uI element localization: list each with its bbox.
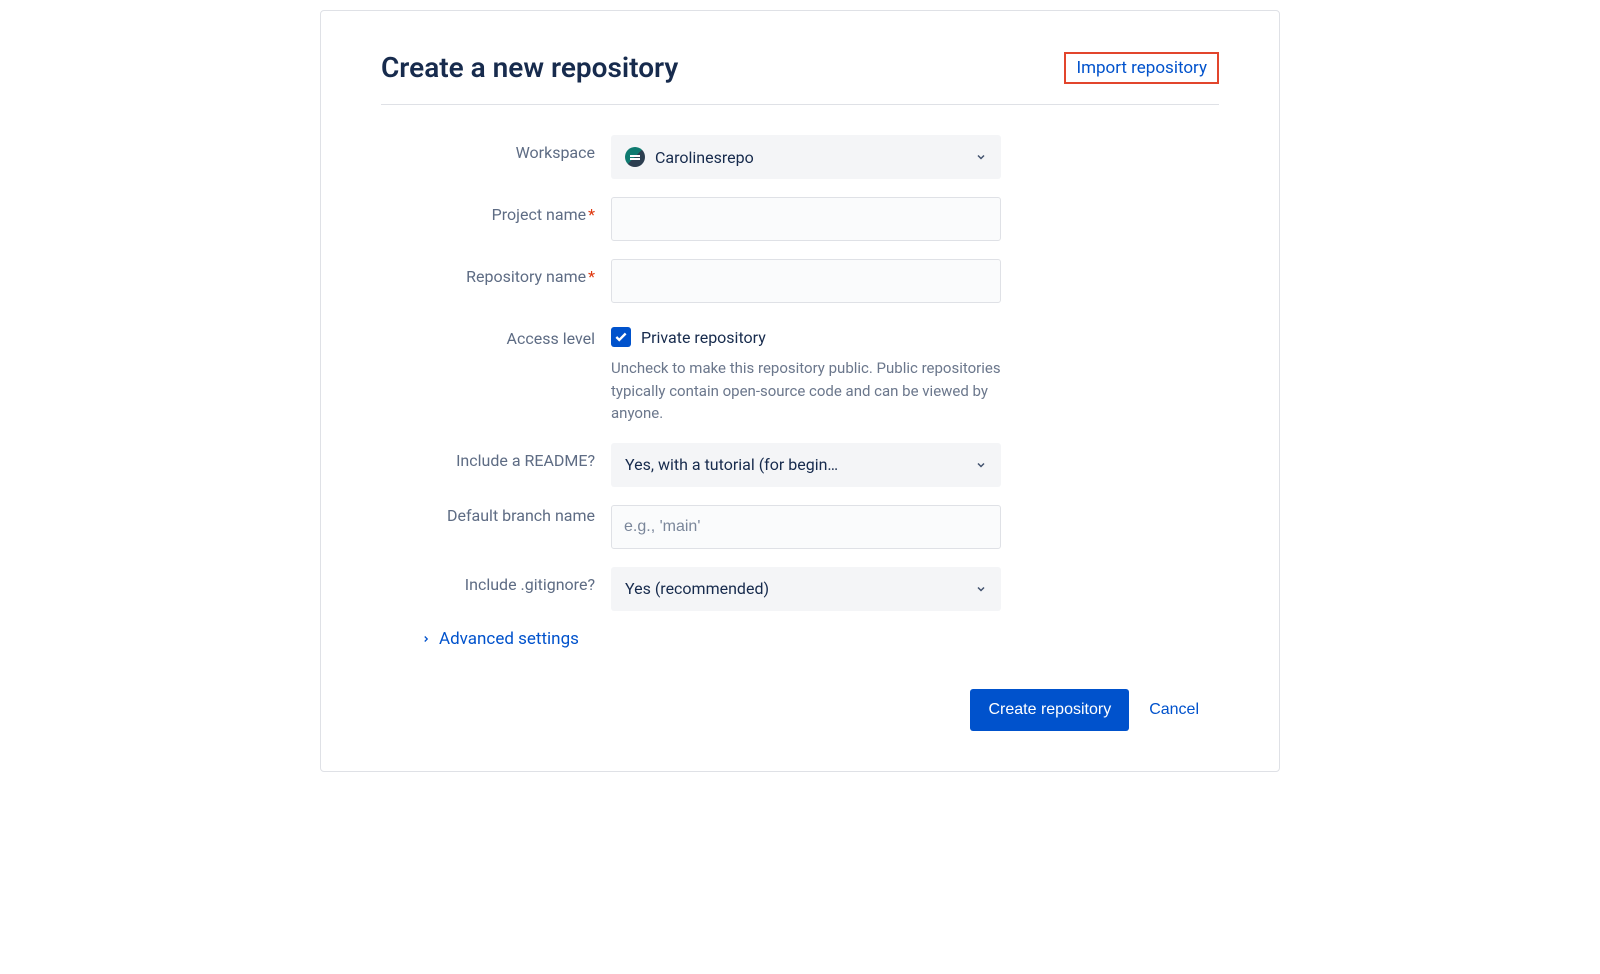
private-repo-checkbox[interactable] — [611, 327, 631, 347]
create-repository-button[interactable]: Create repository — [970, 689, 1129, 731]
panel-header: Create a new repository Import repositor… — [381, 51, 1219, 105]
default-branch-input[interactable] — [611, 505, 1001, 549]
chevron-down-icon — [975, 459, 987, 471]
required-marker: * — [588, 205, 595, 224]
include-gitignore-row: Include .gitignore? Yes (recommended) — [401, 567, 1081, 611]
import-link-highlight: Import repository — [1064, 52, 1219, 84]
form-footer: Create repository Cancel — [381, 689, 1219, 731]
access-level-label: Access level — [401, 321, 611, 348]
default-branch-row: Default branch name — [401, 505, 1081, 549]
checkmark-icon — [614, 330, 628, 344]
include-gitignore-select[interactable]: Yes (recommended) — [611, 567, 1001, 611]
workspace-avatar-icon — [625, 147, 645, 167]
project-name-row: Project name* — [401, 197, 1081, 241]
workspace-value: Carolinesrepo — [655, 148, 754, 167]
private-repo-label: Private repository — [641, 328, 766, 347]
include-readme-row: Include a README? Yes, with a tutorial (… — [401, 443, 1081, 487]
access-level-helper: Uncheck to make this repository public. … — [611, 357, 1001, 425]
project-name-input[interactable] — [611, 197, 1001, 241]
include-readme-label: Include a README? — [401, 443, 611, 470]
repository-name-row: Repository name* — [401, 259, 1081, 303]
create-repo-panel: Create a new repository Import repositor… — [320, 10, 1280, 772]
include-gitignore-label: Include .gitignore? — [401, 567, 611, 594]
advanced-settings-label: Advanced settings — [439, 629, 579, 649]
chevron-right-icon — [421, 634, 431, 644]
page-title: Create a new repository — [381, 51, 678, 84]
workspace-row: Workspace Carolinesrepo — [401, 135, 1081, 179]
repository-name-label: Repository name* — [401, 259, 611, 286]
repository-name-input[interactable] — [611, 259, 1001, 303]
include-readme-select[interactable]: Yes, with a tutorial (for begin… — [611, 443, 1001, 487]
cancel-button[interactable]: Cancel — [1149, 701, 1199, 719]
project-name-label: Project name* — [401, 197, 611, 224]
access-level-row: Access level Private repository Uncheck … — [401, 321, 1081, 425]
default-branch-label: Default branch name — [401, 505, 611, 527]
chevron-down-icon — [975, 151, 987, 163]
chevron-down-icon — [975, 583, 987, 595]
create-repo-form: Workspace Carolinesrepo Project name* — [401, 135, 1081, 649]
import-repository-link[interactable]: Import repository — [1076, 58, 1207, 78]
required-marker: * — [588, 267, 595, 286]
advanced-settings-toggle[interactable]: Advanced settings — [421, 629, 1081, 649]
workspace-select[interactable]: Carolinesrepo — [611, 135, 1001, 179]
include-readme-value: Yes, with a tutorial (for begin… — [625, 455, 838, 474]
workspace-label: Workspace — [401, 135, 611, 162]
include-gitignore-value: Yes (recommended) — [625, 579, 769, 598]
